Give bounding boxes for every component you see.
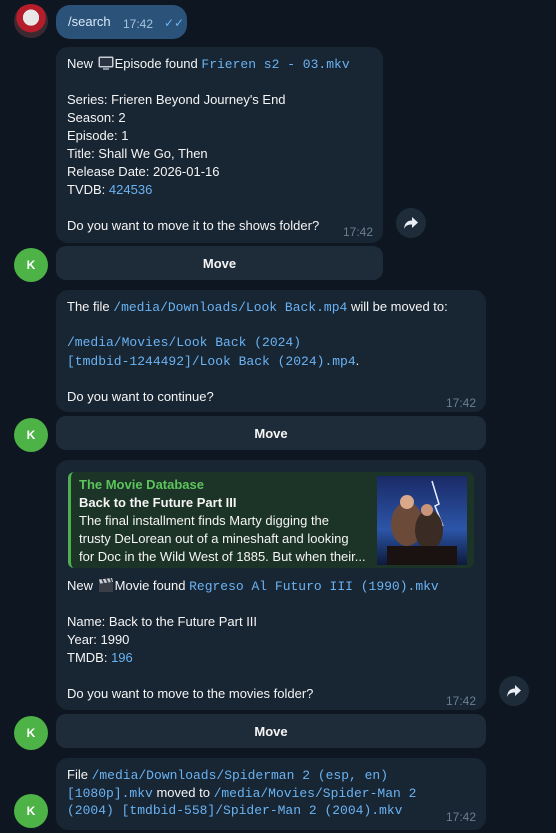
- move-button[interactable]: Move: [56, 416, 486, 450]
- message-time: 17:42: [446, 810, 477, 824]
- moved-line-1: File /media/Downloads/Spiderman 2 (esp, …: [67, 767, 389, 783]
- read-check-icon: ✓✓: [164, 16, 185, 30]
- question-line: Do you want to continue?: [67, 389, 214, 404]
- message-time: 17:42: [446, 396, 477, 410]
- movie-found-message: The Movie Database Back to the Future Pa…: [56, 460, 486, 710]
- preview-title: Back to the Future Part III: [79, 495, 237, 510]
- preview-description-1: The final installment finds Marty diggin…: [79, 513, 330, 528]
- message-text: /search: [68, 14, 111, 29]
- move-intro-line: The file /media/Downloads/Look Back.mp4 …: [67, 299, 448, 315]
- moved-line-2: [1080p].mkv moved to /media/Movies/Spide…: [67, 785, 417, 801]
- series-line: Series: Frieren Beyond Journey's End: [67, 92, 286, 107]
- bot-avatar: K: [14, 248, 48, 282]
- move-button[interactable]: Move: [56, 246, 383, 280]
- preview-site-name: The Movie Database: [79, 477, 204, 492]
- destination-path-line1: /media/Movies/Look Back (2024): [67, 335, 302, 350]
- outgoing-message[interactable]: /search 17:42 ✓✓: [56, 5, 187, 39]
- question-line: Do you want to move to the movies folder…: [67, 686, 314, 701]
- file-move-message: The file /media/Downloads/Look Back.mp4 …: [56, 290, 486, 412]
- forward-button[interactable]: [396, 208, 426, 238]
- bot-avatar: K: [14, 794, 48, 828]
- forward-arrow-icon: [507, 685, 521, 697]
- preview-description-2: trusty DeLorean out of a mineshaft and l…: [79, 531, 349, 546]
- tvdb-line: TVDB: 424536: [67, 182, 153, 197]
- message-time: 17:42: [343, 225, 374, 239]
- message-header: New Episode found Frieren s2 - 03.mkv: [67, 56, 350, 72]
- message-time: 17:42: [446, 694, 477, 708]
- tv-emoji-icon: [98, 56, 114, 70]
- release-date-line: Release Date: 2026-01-16: [67, 164, 220, 179]
- source-path: /media/Downloads/Look Back.mp4: [113, 300, 348, 315]
- tmdb-line: TMDB: 196: [67, 650, 133, 665]
- question-line: Do you want to move it to the shows fold…: [67, 218, 320, 233]
- preview-description-3: for Doc in the Wild West of 1885. But wh…: [79, 549, 366, 564]
- tvdb-link[interactable]: 424536: [109, 182, 152, 197]
- destination-path-line2: [tmdbid-1244492]/Look Back (2024).mp4.: [67, 353, 360, 369]
- file-moved-message: File /media/Downloads/Spiderman 2 (esp, …: [56, 758, 486, 830]
- forward-button[interactable]: [499, 676, 529, 706]
- move-button[interactable]: Move: [56, 714, 486, 748]
- moved-line-3: (2004) [tmdbid-558]/Spider-Man 2 (2004).…: [67, 803, 403, 818]
- season-line: Season: 2: [67, 110, 126, 125]
- bot-avatar: K: [14, 716, 48, 750]
- message-header: New Movie found Regreso Al Futuro III (1…: [67, 578, 439, 594]
- bot-avatar: K: [14, 418, 48, 452]
- year-line: Year: 1990: [67, 632, 130, 647]
- clapper-emoji-icon: [98, 578, 113, 592]
- forward-arrow-icon: [404, 217, 418, 229]
- user-avatar: [14, 4, 48, 38]
- file-name: Regreso Al Futuro III (1990).mkv: [189, 579, 439, 594]
- name-line: Name: Back to the Future Part III: [67, 614, 258, 629]
- episode-line: Episode: 1: [67, 128, 129, 143]
- movie-poster-thumbnail: [377, 476, 467, 565]
- tmdb-link[interactable]: 196: [111, 650, 133, 665]
- link-preview[interactable]: The Movie Database Back to the Future Pa…: [68, 472, 474, 568]
- episode-found-message: New Episode found Frieren s2 - 03.mkv Se…: [56, 47, 383, 243]
- title-line: Title: Shall We Go, Then: [67, 146, 208, 161]
- message-time: 17:42: [123, 17, 154, 31]
- file-name: Frieren s2 - 03.mkv: [201, 57, 350, 72]
